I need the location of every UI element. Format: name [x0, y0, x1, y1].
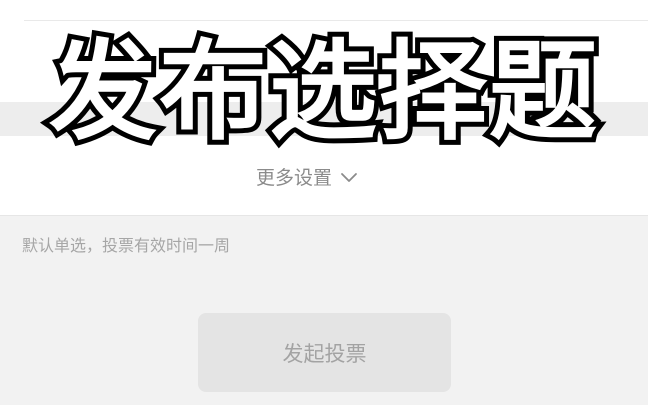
accent-mark	[118, 56, 140, 58]
input-divider	[24, 20, 648, 21]
poll-default-hint: 默认单选，投票有效时间一周	[22, 236, 231, 255]
publish-poll-button[interactable]: 发起投票	[198, 313, 451, 392]
poll-question-input-area[interactable]	[0, 0, 648, 102]
chevron-down-icon	[341, 173, 357, 182]
more-settings-label: 更多设置	[256, 167, 333, 189]
section-separator	[0, 102, 648, 136]
more-settings-toggle[interactable]: 更多设置	[256, 164, 358, 192]
